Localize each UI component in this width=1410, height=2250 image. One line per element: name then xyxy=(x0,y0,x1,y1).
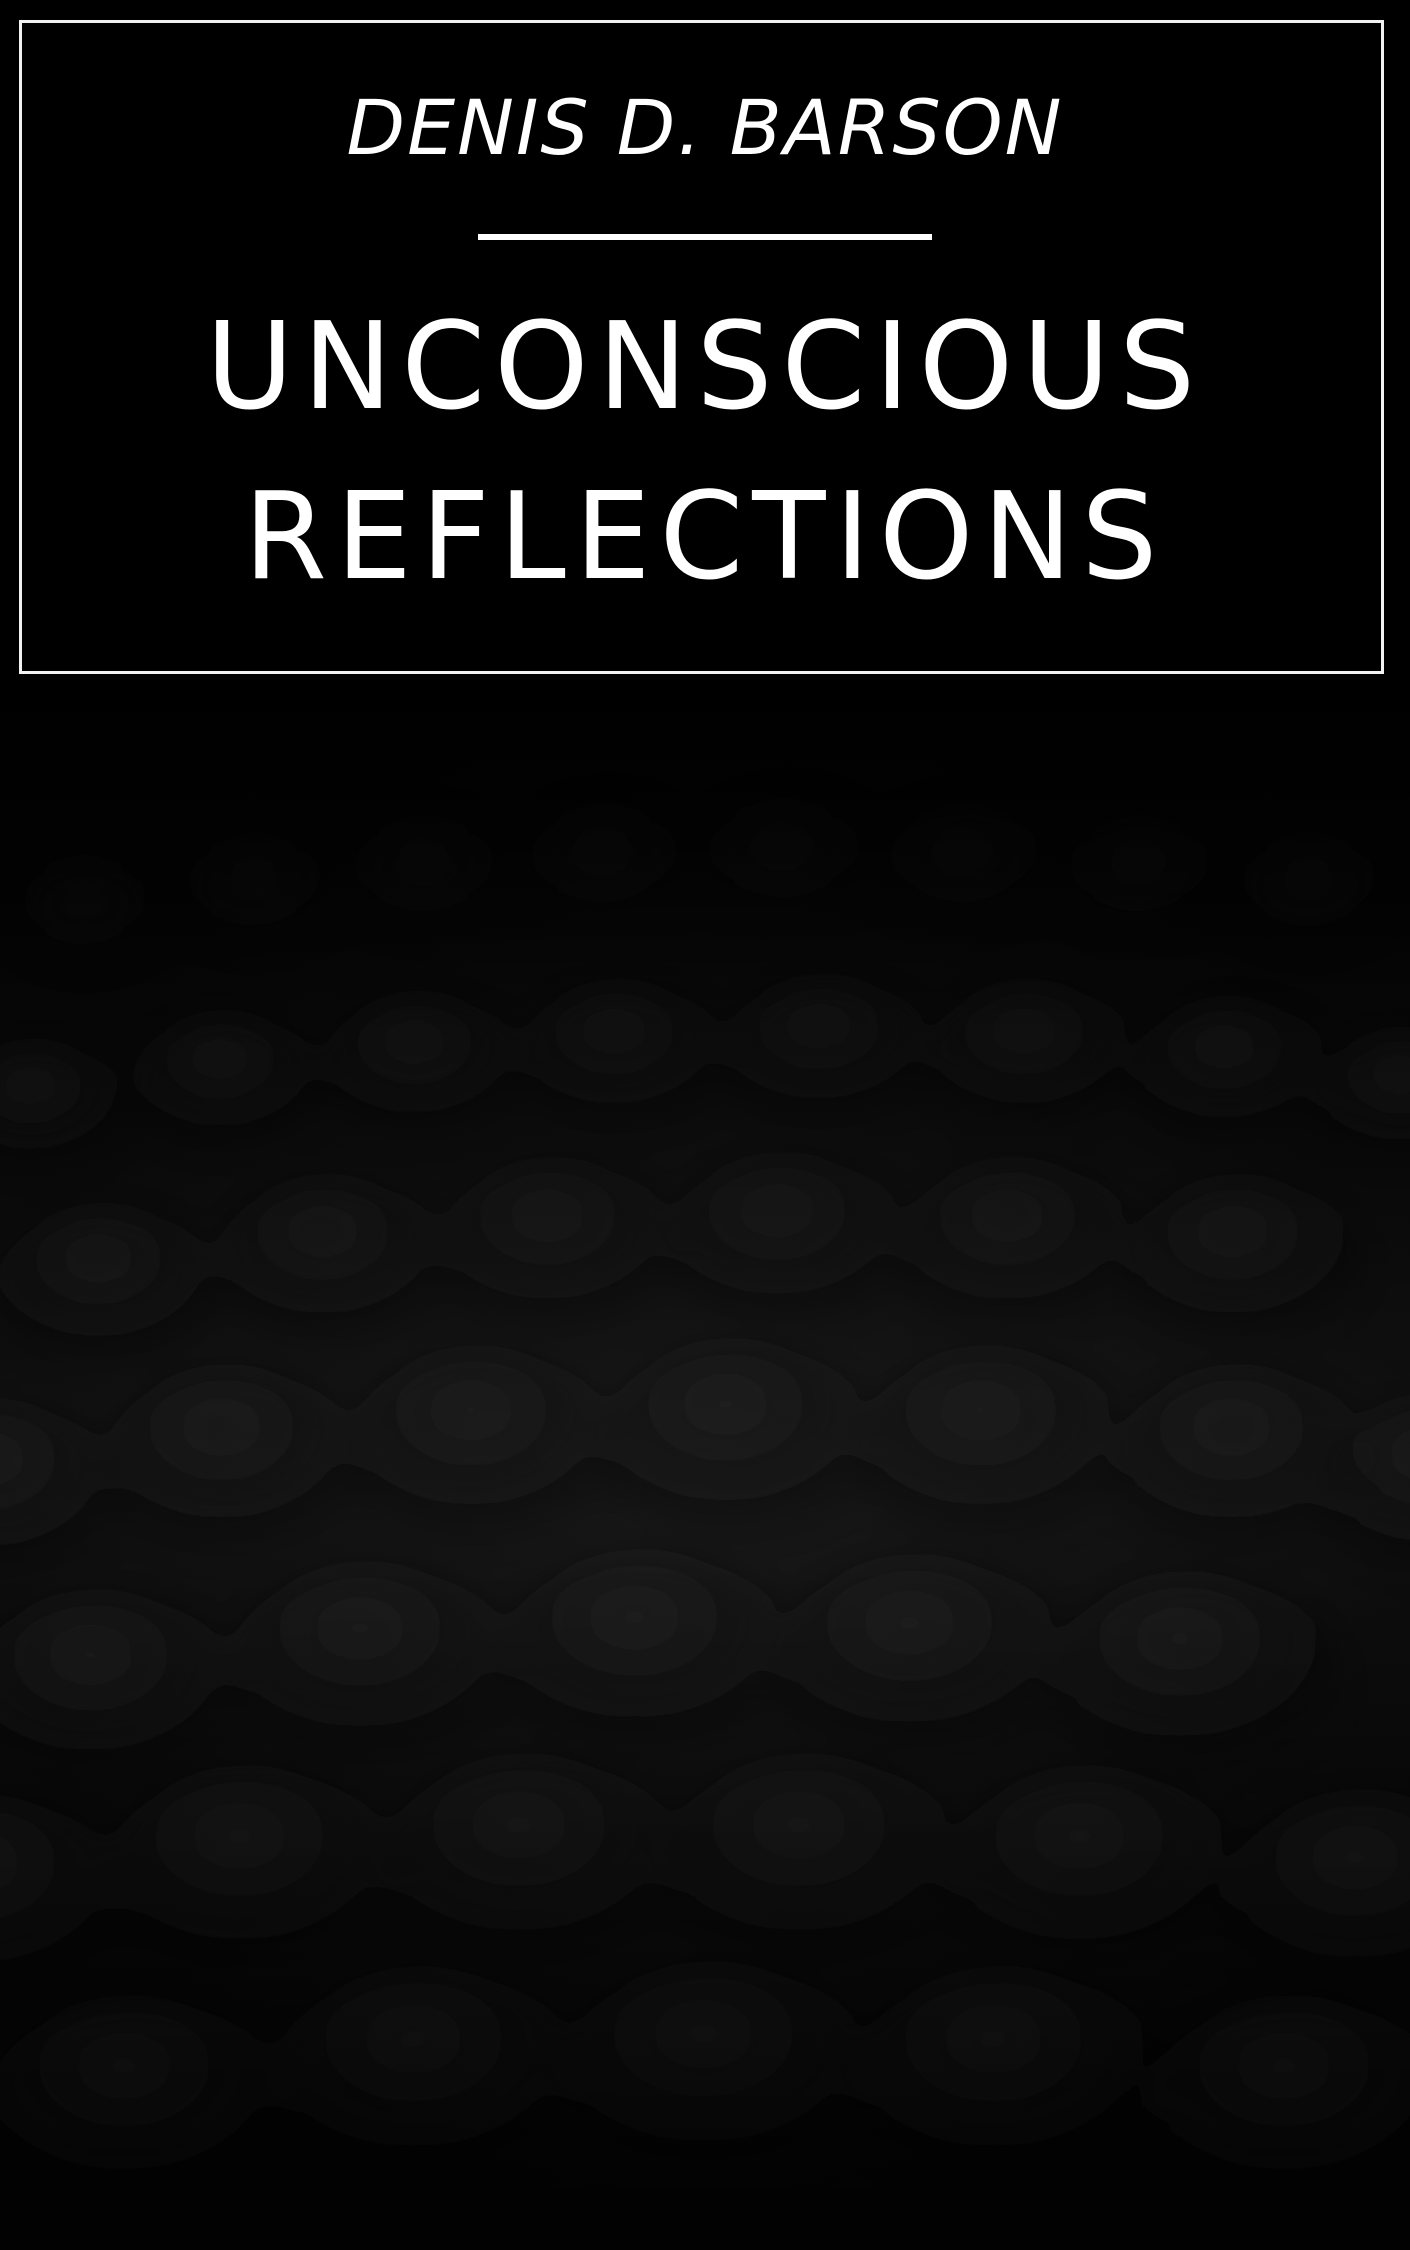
author-name: DENIS D. BARSON xyxy=(346,83,1064,172)
acoustic-foam-background-image xyxy=(0,686,1410,2250)
acoustic-foam-texture xyxy=(0,686,1410,2250)
book-cover: DENIS D. BARSON UNCONSCIOUS REFLECTIONS xyxy=(0,0,1410,2250)
title-panel: DENIS D. BARSON UNCONSCIOUS REFLECTIONS xyxy=(0,0,1410,686)
book-title-line-2: REFLECTIONS xyxy=(243,468,1167,607)
book-title-line-1: UNCONSCIOUS xyxy=(205,298,1205,437)
author-title-divider xyxy=(478,234,932,240)
